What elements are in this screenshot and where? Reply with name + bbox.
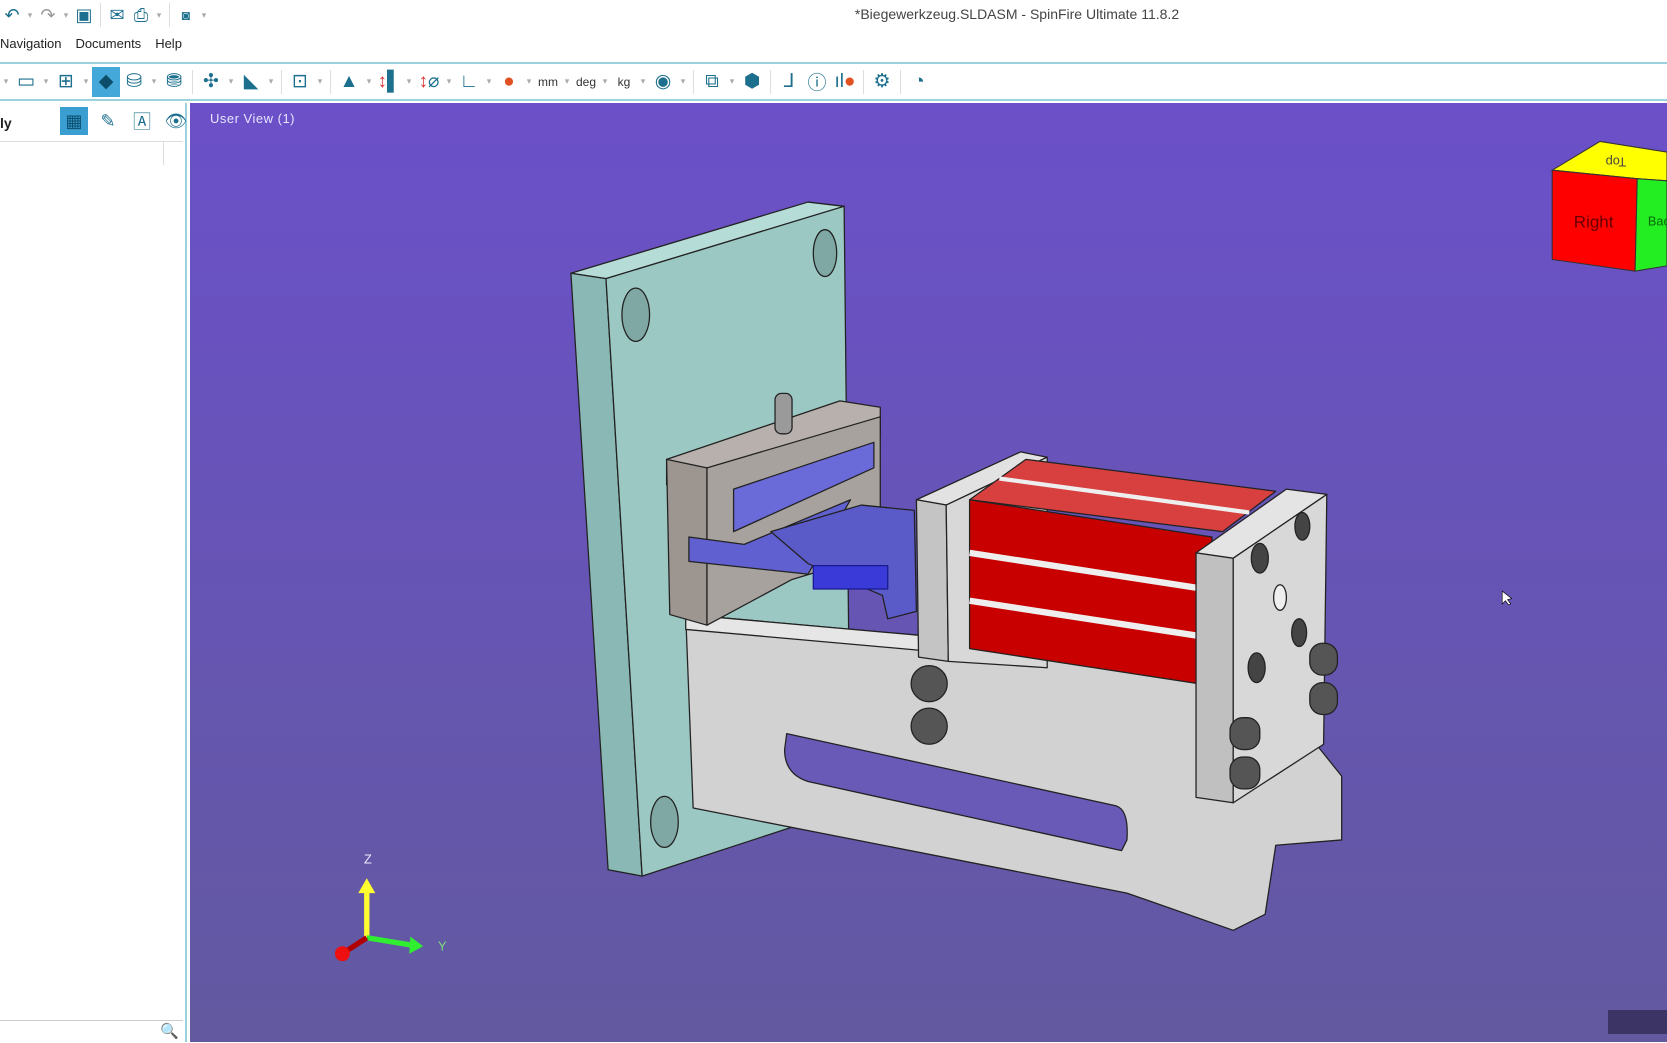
model-tree-panel: ly ▦ ✎ 🄰 👁 🔍 (0, 103, 187, 1042)
panel-title: ly (0, 115, 12, 131)
menu-bar: Navigation Documents Help (0, 30, 196, 56)
3d-viewport[interactable]: User View (1) (190, 103, 1667, 1042)
add-axis-icon[interactable]: ⅃ (775, 67, 803, 97)
scrollbar[interactable] (163, 141, 184, 165)
menu-navigation[interactable]: Navigation (0, 36, 61, 51)
markup-icon[interactable]: 🄰 (128, 107, 156, 135)
search-icon[interactable]: 🔍 (160, 1022, 179, 1040)
dropdown[interactable]: ▾ (80, 76, 92, 87)
divider (863, 69, 864, 94)
mass-unit[interactable]: kg (611, 67, 637, 97)
angle-unit[interactable]: deg (573, 67, 599, 97)
xyz-point-icon[interactable]: ▲ (335, 67, 363, 97)
cylinder-icon[interactable]: ⛁ (120, 67, 148, 97)
panel-toolbar: ▦ ✎ 🄰 👁 (60, 107, 190, 135)
grid-view-icon[interactable]: ▦ (60, 107, 88, 135)
dropdown[interactable]: ▾ (523, 76, 535, 87)
compare-icon[interactable]: ⧉ (698, 67, 726, 97)
menu-help[interactable]: Help (155, 36, 182, 51)
dropdown[interactable]: ▾ (0, 76, 12, 87)
statistics-icon[interactable]: ıl ● (831, 67, 859, 97)
edit-icon[interactable]: ✎ (94, 107, 122, 135)
menu-documents[interactable]: Documents (75, 36, 141, 51)
status-mini-panel[interactable] (1608, 1010, 1667, 1034)
dropdown[interactable]: ▾ (403, 76, 415, 87)
dropdown[interactable]: ▾ (148, 76, 160, 87)
measure-wall-icon[interactable]: ● (495, 67, 523, 97)
measure-distance-icon[interactable]: ↕ ▌ (375, 67, 403, 97)
title-bar: ↶ ▾ ↷ ▾ ▣ ✉ ⎙ ▾ ◙ ▾ *Biegewerkzeug.SLDASM - … (0, 0, 1667, 30)
model-tree[interactable] (0, 141, 183, 1012)
tree-search-input[interactable]: 🔍 (0, 1020, 183, 1043)
visibility-icon[interactable]: 👁 (162, 107, 190, 135)
main-toolbar: ▾ ▭ ▾ ⊞ ▾ ◆ ⛁ ▾ ⛃ ✣ ▾ ◣ ▾ ⊡ ▾ ▲ ▾ ↕ ▌ ▾ ↕ ⌀ ▾ ∟ ▾ ● ▾… (0, 62, 1667, 101)
divider (330, 69, 331, 94)
divider (693, 69, 694, 94)
layout-icon[interactable]: ⊞ (52, 67, 80, 97)
dropdown[interactable]: ▾ (726, 76, 738, 87)
settings-cylinder-icon[interactable]: ⛃ (160, 67, 188, 97)
display-icon[interactable]: ▭ (12, 67, 40, 97)
divider (192, 69, 193, 94)
color-legend-icon[interactable]: ◉ (649, 67, 677, 97)
dropdown[interactable]: ▾ (40, 76, 52, 87)
dropdown[interactable]: ▾ (363, 76, 375, 87)
shaded-view-icon[interactable]: ◆ (92, 66, 120, 97)
divider (770, 69, 771, 94)
info-icon[interactable]: ⓘ (803, 67, 831, 97)
annotation-icon[interactable]: ⊡ (286, 67, 314, 97)
dropdown[interactable]: ▾ (677, 76, 689, 87)
section-icon[interactable]: ◣ (237, 67, 265, 97)
dropdown[interactable]: ▾ (225, 76, 237, 87)
divider (281, 69, 282, 94)
dropdown[interactable]: ▾ (443, 76, 455, 87)
gear-icon[interactable]: ⚙ (868, 67, 896, 97)
window-title: *Biegewerkzeug.SLDASM - SpinFire Ultimat… (854, 6, 1180, 22)
dropdown[interactable]: ▾ (637, 76, 649, 87)
explode-icon[interactable]: ✣ (197, 67, 225, 97)
dropdown[interactable]: ▾ (561, 76, 573, 87)
divider (900, 69, 901, 94)
dropdown[interactable]: ▾ (483, 76, 495, 87)
measure-diameter-icon[interactable]: ↕ ⌀ (415, 67, 443, 97)
measure-angle-icon[interactable]: ∟ (455, 67, 483, 97)
length-unit[interactable]: mm (535, 67, 561, 97)
dropdown[interactable]: ▾ (599, 76, 611, 87)
dropdown[interactable]: ▾ (314, 76, 326, 87)
performance-icon[interactable]: ◔ (905, 67, 933, 97)
dropdown[interactable]: ▾ (265, 76, 277, 87)
cube-parts-icon[interactable]: ⬢ (738, 67, 766, 97)
view-label: User View (1) (210, 111, 296, 126)
